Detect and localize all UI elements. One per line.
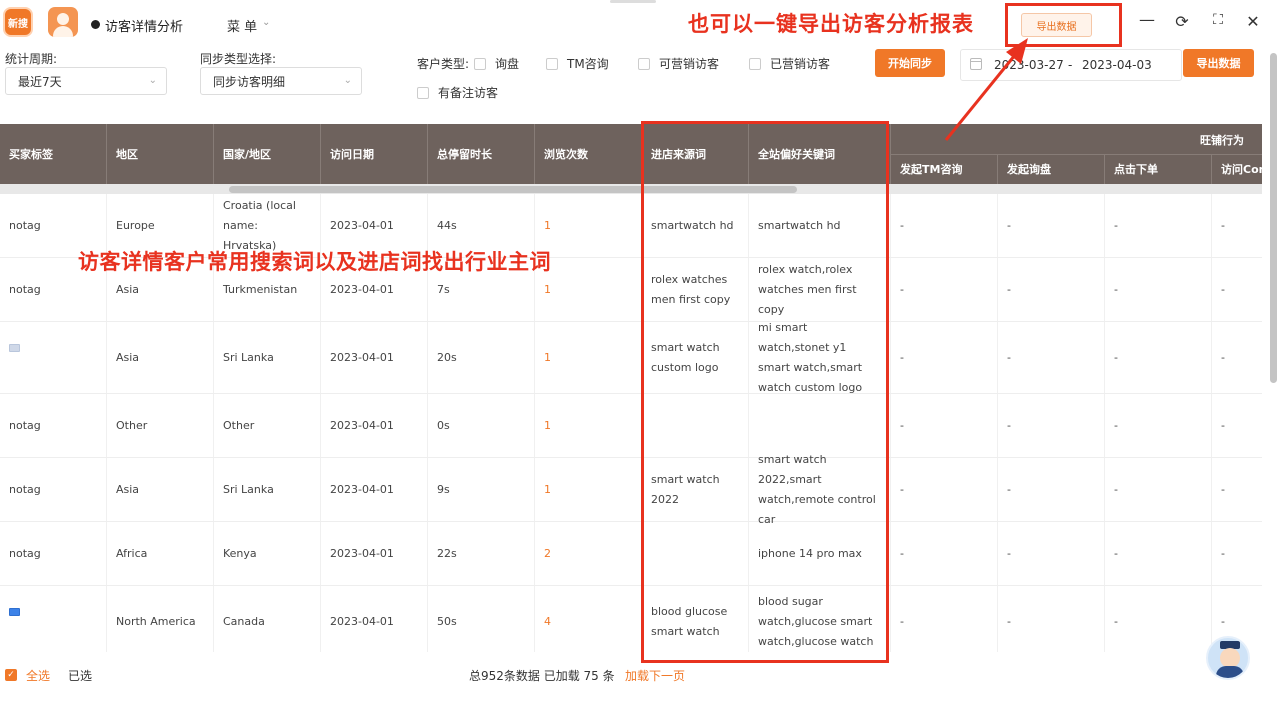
annotation-arrow: [944, 38, 1028, 141]
